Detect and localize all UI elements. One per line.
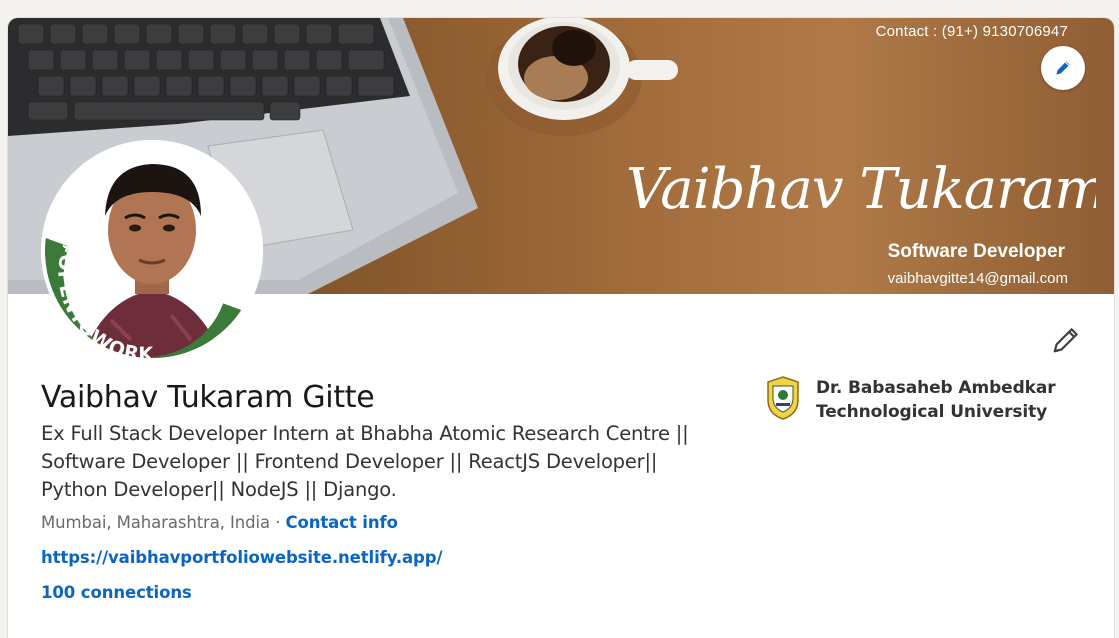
signature-text: Vaibhav Tukaram Gitte — [626, 157, 1096, 222]
headline-line: Software Developer || Frontend Developer… — [41, 450, 658, 473]
website-link[interactable]: https://vaibhavportfoliowebsite.netlify.… — [41, 548, 443, 567]
education-name-line: Dr. Babasaheb Ambedkar — [816, 378, 1056, 398]
contact-info-link[interactable]: Contact info — [285, 513, 397, 532]
separator-dot: · — [270, 513, 286, 532]
banner-contact-text: Contact : (91+) 9130706947 — [875, 23, 1068, 40]
headline-line: Python Developer|| NodeJS || Django. — [41, 478, 397, 501]
coffee-cup-illustration — [486, 18, 678, 136]
education-entry[interactable]: Dr. Babasaheb Ambedkar Technological Uni… — [766, 376, 1056, 424]
pencil-icon — [1053, 328, 1078, 353]
education-name: Dr. Babasaheb Ambedkar Technological Uni… — [816, 376, 1056, 424]
location-row: Mumbai, Maharashtra, India · Contact inf… — [41, 513, 398, 532]
university-logo-icon — [767, 376, 799, 420]
avatar-image: #OPENTOWORK — [41, 140, 263, 365]
profile-avatar[interactable]: #OPENTOWORK — [41, 140, 263, 365]
headline-line: Ex Full Stack Developer Intern at Bhabha… — [41, 422, 689, 445]
signature-graphic: Vaibhav Tukaram Gitte — [626, 157, 1096, 222]
education-name-line: Technological University — [816, 402, 1048, 422]
profile-name: Vaibhav Tukaram Gitte — [41, 380, 375, 415]
banner-role-text: Software Developer — [887, 241, 1065, 262]
location-text: Mumbai, Maharashtra, India — [41, 513, 271, 532]
profile-headline: Ex Full Stack Developer Intern at Bhabha… — [41, 420, 721, 504]
banner-email-text: vaibhavgitte14@gmail.com — [887, 270, 1068, 287]
edit-intro-button[interactable] — [1046, 320, 1086, 360]
connections-link[interactable]: 100 connections — [41, 583, 192, 602]
pencil-icon — [1056, 61, 1070, 75]
edit-banner-button[interactable] — [1041, 46, 1085, 90]
profile-card: Contact : (91+) 9130706947 Vaibhav Tukar… — [8, 18, 1114, 638]
